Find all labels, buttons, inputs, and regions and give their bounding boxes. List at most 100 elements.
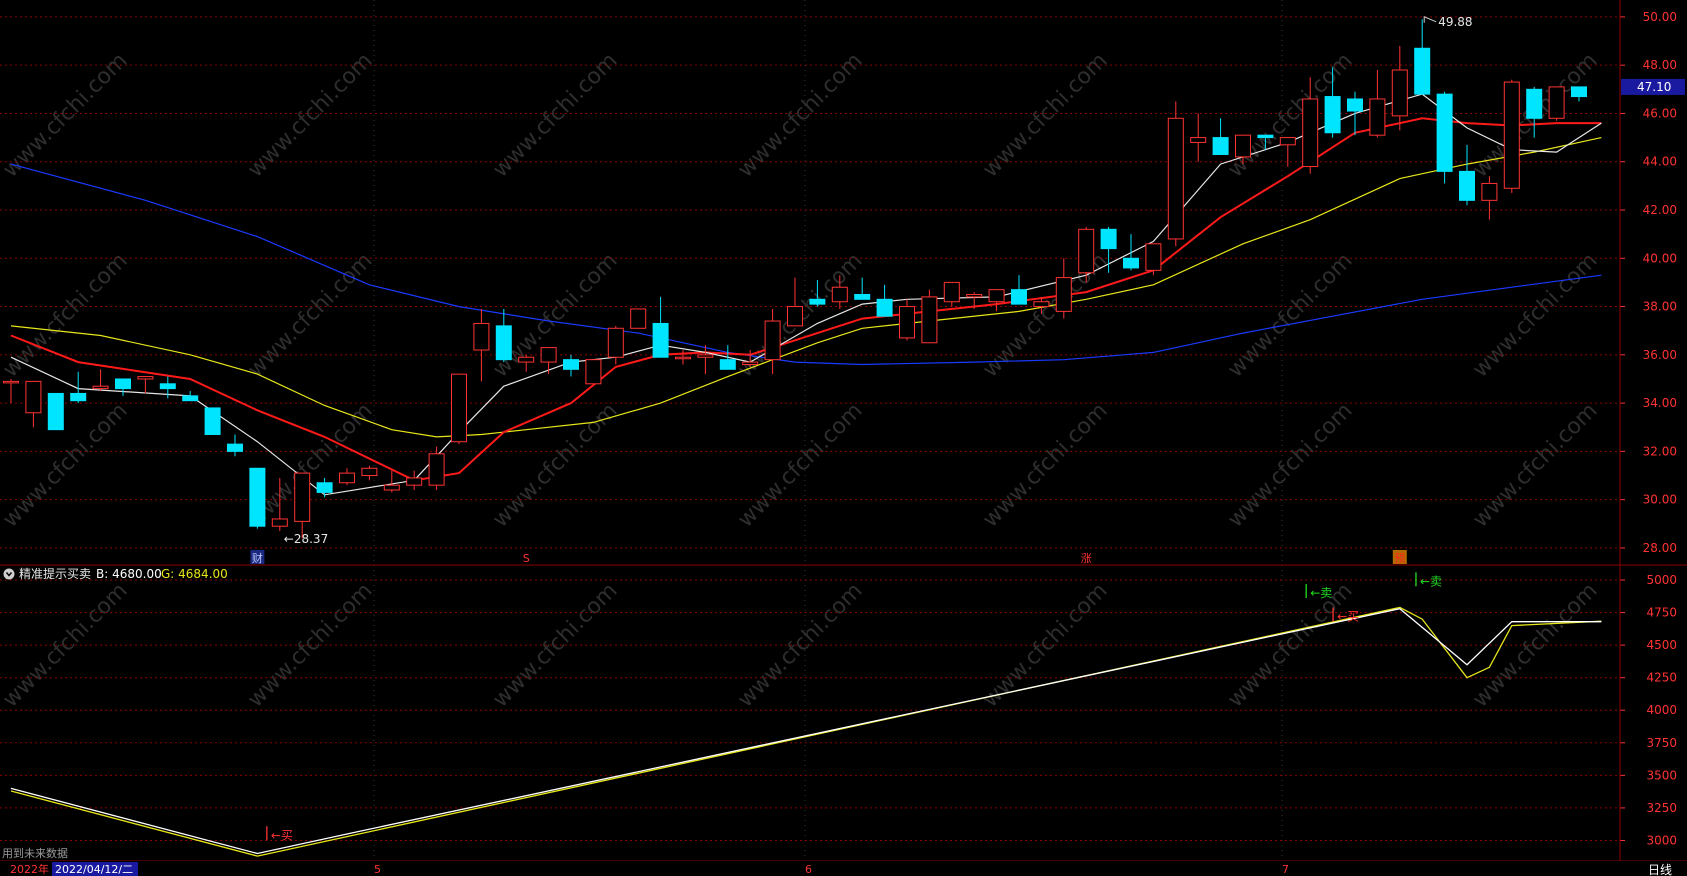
candle-body[interactable]	[451, 373, 467, 443]
candle-body[interactable]	[1235, 134, 1251, 158]
candle[interactable]	[585, 359, 602, 385]
candle-body[interactable]	[383, 484, 400, 491]
candle-body[interactable]	[473, 322, 490, 351]
candle-body[interactable]	[1481, 182, 1498, 201]
candle-body[interactable]	[764, 320, 781, 361]
candle-body[interactable]	[719, 359, 736, 370]
candle-body[interactable]	[1414, 47, 1431, 95]
event-marker[interactable]: 涨	[1081, 552, 1092, 565]
candle-body[interactable]	[182, 395, 199, 402]
candle[interactable]	[630, 308, 647, 329]
candle-body[interactable]	[1503, 81, 1520, 189]
event-marker[interactable]: 预	[1394, 552, 1405, 565]
candle-body[interactable]	[1257, 134, 1274, 139]
indicator-header[interactable]: 精准提示买卖 B: 4680.00 G: 4684.00	[3, 566, 228, 581]
signal-label[interactable]: ←卖	[1420, 574, 1442, 588]
candle-body[interactable]	[607, 327, 624, 358]
candle-body[interactable]	[1212, 137, 1229, 155]
candle-body[interactable]	[1167, 117, 1184, 240]
candle-body[interactable]	[316, 482, 333, 493]
candle-body[interactable]	[1279, 137, 1296, 146]
candle-body[interactable]	[809, 298, 826, 305]
candle-body[interactable]	[1055, 277, 1072, 312]
candle-body[interactable]	[1302, 98, 1319, 168]
candle-body[interactable]	[742, 361, 759, 365]
candle-body[interactable]	[1033, 301, 1050, 308]
candle[interactable]	[1503, 79, 1520, 194]
candle-body[interactable]	[943, 281, 960, 303]
candle[interactable]	[921, 289, 938, 344]
candle[interactable]	[47, 392, 64, 431]
candle-body[interactable]	[495, 325, 512, 361]
candle[interactable]	[1548, 86, 1565, 121]
candle-body[interactable]	[115, 378, 131, 390]
event-marker[interactable]: 财	[252, 551, 263, 565]
candle[interactable]	[451, 373, 467, 445]
candle-body[interactable]	[1011, 289, 1027, 305]
candle-body[interactable]	[1078, 228, 1095, 274]
candle-body[interactable]	[1436, 93, 1453, 172]
candle-body[interactable]	[1526, 88, 1543, 119]
candle-body[interactable]	[159, 383, 176, 390]
candle-body[interactable]	[585, 359, 602, 385]
candle-body[interactable]	[966, 293, 983, 298]
candle-body[interactable]	[921, 296, 938, 344]
candle-body[interactable]	[540, 347, 557, 363]
period-label[interactable]: 日线	[1648, 863, 1672, 876]
candle-body[interactable]	[854, 293, 871, 300]
candle-body[interactable]	[876, 298, 893, 317]
signal-label[interactable]: ←买	[271, 828, 293, 842]
candle-body[interactable]	[428, 453, 445, 486]
candle-body[interactable]	[1391, 69, 1408, 117]
candle[interactable]	[1167, 101, 1184, 247]
candle-body[interactable]	[630, 308, 647, 329]
candle-body[interactable]	[227, 443, 243, 452]
candle[interactable]	[204, 407, 221, 435]
candle-body[interactable]	[406, 477, 423, 486]
candle-body[interactable]	[518, 356, 535, 363]
candle-body[interactable]	[92, 385, 109, 390]
candle-body[interactable]	[70, 392, 87, 402]
candle-body[interactable]	[787, 306, 803, 327]
candle-body[interactable]	[1548, 86, 1565, 119]
candle-body[interactable]	[137, 376, 154, 380]
candle-body[interactable]	[249, 467, 266, 527]
candle-body[interactable]	[1123, 257, 1139, 269]
candle-body[interactable]	[47, 392, 64, 431]
candle-body[interactable]	[831, 286, 848, 303]
candle-body[interactable]	[204, 407, 221, 435]
event-marker[interactable]: S	[523, 552, 530, 565]
candle[interactable]	[249, 467, 266, 529]
candle-body[interactable]	[1459, 170, 1475, 201]
candle-body[interactable]	[339, 472, 355, 484]
future-data-note: 用到未来数据	[2, 846, 68, 860]
signal-label[interactable]: ←买	[1337, 609, 1359, 623]
candle-body[interactable]	[652, 322, 669, 358]
candle-body[interactable]	[1100, 228, 1117, 250]
candle-body[interactable]	[361, 467, 378, 477]
candle-body[interactable]	[1324, 96, 1341, 134]
candle-body[interactable]	[1190, 137, 1207, 143]
candle-body[interactable]	[675, 356, 691, 360]
month-label: 5	[374, 863, 381, 876]
candle-body[interactable]	[988, 289, 1005, 303]
signal-label[interactable]: ←卖	[1310, 586, 1332, 600]
candle-body[interactable]	[294, 472, 311, 522]
candle-body[interactable]	[1571, 86, 1587, 98]
candle-body[interactable]	[1369, 98, 1386, 136]
candle[interactable]	[1145, 243, 1162, 276]
indicator-tick-label: 3000	[1646, 833, 1677, 847]
candle-body[interactable]	[899, 306, 915, 339]
month-label: 7	[1282, 863, 1289, 876]
candle-body[interactable]	[25, 380, 42, 414]
candle-body[interactable]	[563, 359, 579, 370]
candle-body[interactable]	[1145, 243, 1162, 271]
candle-body[interactable]	[1347, 98, 1363, 112]
candle[interactable]	[1436, 91, 1453, 184]
candle-body[interactable]	[271, 518, 288, 527]
candle-body[interactable]	[3, 380, 19, 384]
collapse-icon[interactable]	[3, 568, 15, 580]
candle-body[interactable]	[697, 354, 714, 358]
indicator-g-value: G: 4684.00	[161, 567, 228, 581]
indicator-name: 精准提示买卖	[19, 566, 91, 581]
